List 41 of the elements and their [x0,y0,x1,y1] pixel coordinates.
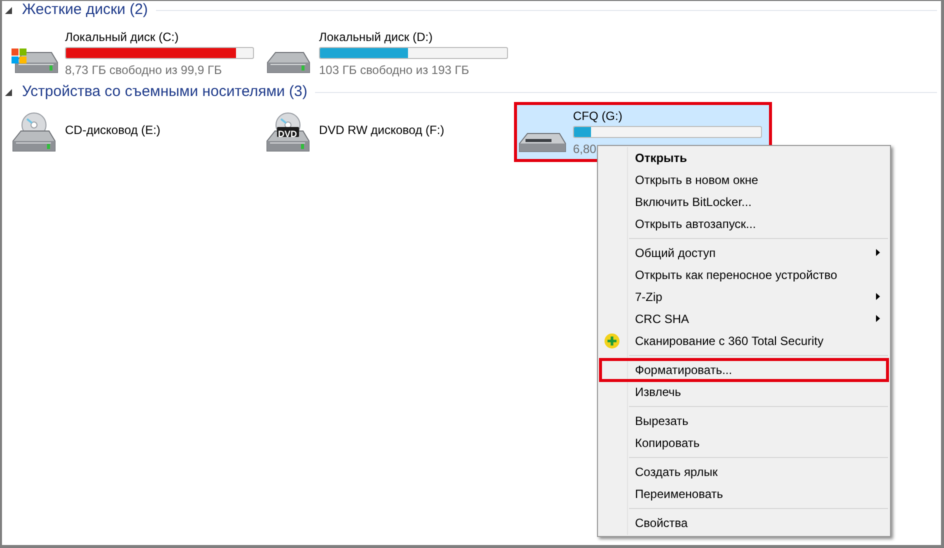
submenu-arrow-icon [876,249,880,256]
collapse-toggle-icon[interactable] [5,87,15,97]
menu-item[interactable]: Создать ярлык [600,461,888,483]
submenu-arrow-icon [876,293,880,300]
menu-item[interactable]: Общий доступ [600,242,888,264]
section-title: Устройства со съемными носителями (3) [22,82,308,102]
menu-item[interactable]: Копировать [600,432,888,454]
free-space-text: 8,73 ГБ свободно из 99,9 ГБ [65,64,223,76]
menu-item[interactable]: Извлечь [600,381,888,403]
drive-name: DVD RW дисковод (F:) [319,124,446,136]
drive-name: CD-дисковод (E:) [65,124,162,136]
menu-item[interactable]: Открыть в новом окне [600,169,888,191]
menu-item[interactable]: 7-Zip [600,286,888,308]
submenu-arrow-icon [876,315,880,322]
collapse-toggle-icon[interactable] [5,5,15,15]
menu-item[interactable]: Сканирование с 360 Total Security [600,330,888,352]
menu-item[interactable]: Включить BitLocker... [600,191,888,213]
menu-item[interactable]: Открыть автозапуск... [600,213,888,235]
drive-tile[interactable]: DVD DVD RW дисковод (F:) [262,104,516,160]
drive-name: Локальный диск (C:) [65,30,180,42]
free-space-text: 6,80 [573,142,598,154]
dvd-label: DVD [278,130,298,139]
system-drive-icon [10,48,58,73]
menu-item[interactable]: Вырезать [600,410,888,432]
menu-item[interactable]: CRC SHA [600,308,888,330]
section-title: Жесткие диски (2) [22,1,148,20]
free-space-text: 103 ГБ свободно из 193 ГБ [319,64,470,76]
menu-item[interactable]: Открыть как переносное устройство [600,264,888,286]
dvd-drive-icon [266,112,310,152]
drive-name: CFQ (G:) [573,110,624,122]
menu-item[interactable]: Переименовать [600,483,888,505]
usb-drive-icon [518,133,566,152]
drive-tile[interactable]: Локальный диск (C:) 8,73 ГБ свободно из 99,9 ГБ [8,25,262,81]
drive-tile[interactable]: Локальный диск (D:) 103 ГБ свободно из 193 ГБ [262,25,516,81]
plus-shield-icon [604,333,620,349]
drive-name: Локальный диск (D:) [319,30,434,42]
menu-item[interactable]: Форматировать... [600,359,888,381]
drive-icon [266,52,310,73]
menu-item[interactable]: Свойства [600,512,888,534]
drive-tile[interactable]: CD-дисковод (E:) [8,104,262,160]
cd-drive-icon [12,112,56,152]
